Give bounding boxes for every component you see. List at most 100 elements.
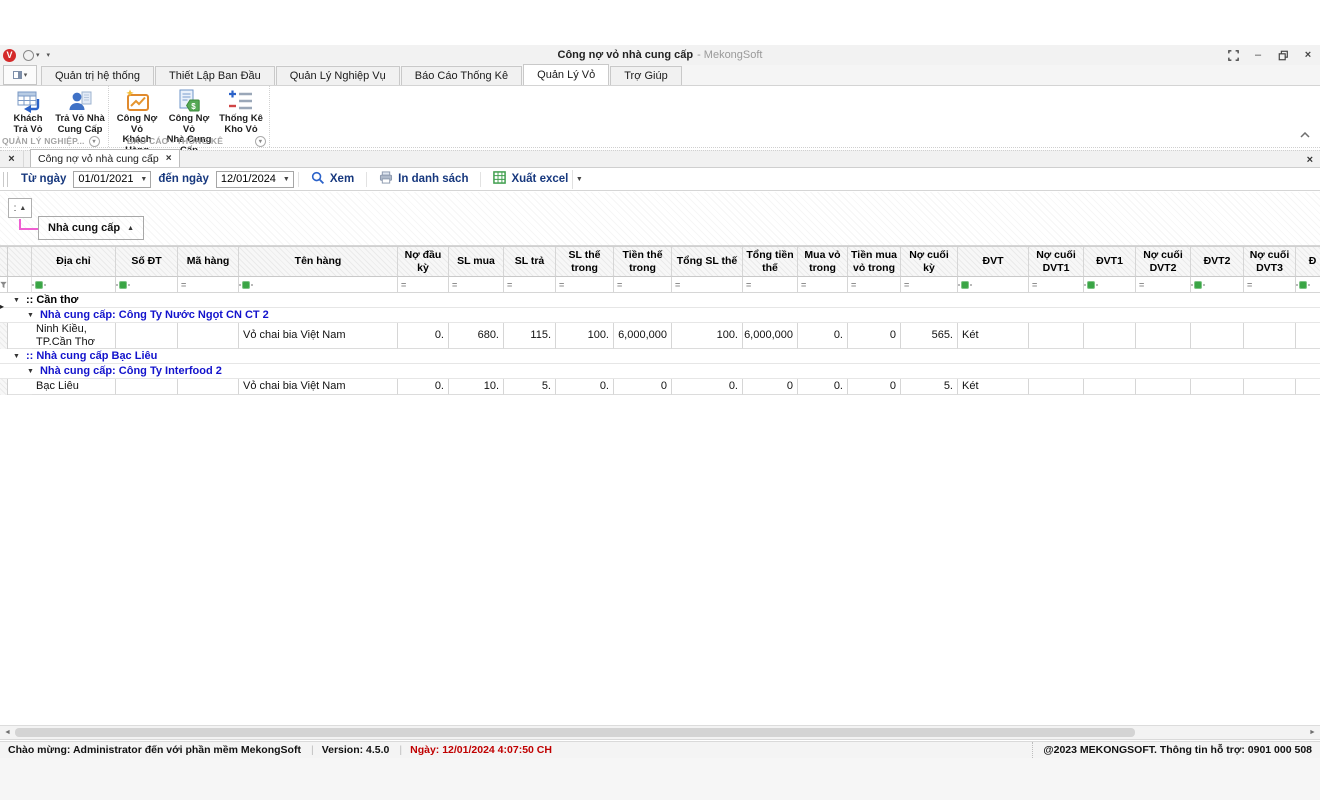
filter-cell-sl-trả[interactable]: = — [504, 277, 556, 293]
cell-tiền-mua-vỏ-trong[interactable]: 0 — [848, 379, 901, 395]
filter-cell-đvt[interactable] — [958, 277, 1029, 293]
panel-close-icon[interactable]: × — [1307, 154, 1313, 166]
group-row-level2[interactable]: ▼Nhà cung cấp: Công Ty Nước Ngọt CN CT 2 — [0, 308, 1320, 323]
expand-collapse-icon[interactable]: ▼ — [27, 368, 34, 375]
filter-cell-tổng-tiền-thế[interactable]: = — [743, 277, 798, 293]
cell-địa-chỉ[interactable]: Ninh Kiều, TP.Cần Thơ — [32, 323, 116, 349]
column-header-sl-trả[interactable]: SL trả — [504, 247, 556, 277]
cell-mua-vỏ-trong[interactable]: 0. — [798, 323, 848, 349]
cell-nợ-cuối-dvt2[interactable] — [1136, 323, 1191, 349]
filter-cell-nợ-đầu-kỳ[interactable]: = — [398, 277, 449, 293]
cell-mã-hàng[interactable] — [178, 379, 239, 395]
export-excel-button[interactable]: Xuất excel — [485, 170, 572, 189]
cell-đvt1[interactable] — [1084, 323, 1136, 349]
filter-cell-tổng-sl-thế[interactable]: = — [672, 277, 743, 293]
document-tab-active[interactable]: Công nợ vỏ nhà cung cấp × — [30, 149, 180, 167]
column-header-nợ-cuối-dvt3[interactable]: Nợ cuối DVT3 — [1244, 247, 1296, 277]
group-sort-box[interactable]: : ▲ — [8, 198, 32, 218]
cell-số-đt[interactable] — [116, 379, 178, 395]
ribbon-tab-quản-trị-hệ-thống[interactable]: Quản trị hệ thống — [41, 66, 154, 85]
column-header-đvt2[interactable]: ĐVT2 — [1191, 247, 1244, 277]
column-header-đvt1[interactable]: ĐVT1 — [1084, 247, 1136, 277]
ribbon-button-chart-frame[interactable]: Công Nợ Vỏ Khách Hàng — [111, 87, 163, 136]
column-header-đvt[interactable]: ĐVT — [958, 247, 1029, 277]
cell-đvt2[interactable] — [1191, 323, 1244, 349]
filter-cell-sl-mua[interactable]: = — [449, 277, 504, 293]
cell-sl-thế-trong[interactable]: 0. — [556, 379, 614, 395]
to-date-combo[interactable]: 12/01/2024 ▼ — [216, 171, 294, 188]
cell-nợ-cuối-dvt2[interactable] — [1136, 379, 1191, 395]
filter-cell-đvt1[interactable] — [1084, 277, 1136, 293]
tabstrip-close-button[interactable]: × — [0, 150, 24, 167]
filter-cell-tên-hàng[interactable] — [239, 277, 398, 293]
cell-tiền-thế-trong[interactable]: 0 — [614, 379, 672, 395]
close-icon[interactable]: × — [1302, 49, 1314, 61]
view-button[interactable]: Xem — [303, 170, 362, 189]
cell-mã-hàng[interactable] — [178, 323, 239, 349]
excel-dropdown-caret-icon[interactable]: ▼ — [572, 170, 585, 189]
from-date-combo[interactable]: 01/01/2021 ▼ — [73, 171, 151, 188]
column-header-tổng-sl-thế[interactable]: Tổng SL thế — [672, 247, 743, 277]
chevron-down-icon[interactable]: ▼ — [137, 172, 150, 187]
cell-tiền-mua-vỏ-trong[interactable]: 0 — [848, 323, 901, 349]
ribbon-button-table-return[interactable]: Khách Trả Vỏ — [2, 87, 54, 136]
column-header-nợ-đầu-kỳ[interactable]: Nợ đầu kỳ — [398, 247, 449, 277]
tab-close-icon[interactable]: × — [166, 153, 172, 164]
ribbon-tab-quản-lý-nghiệp-vụ[interactable]: Quản Lý Nghiệp Vụ — [276, 66, 400, 85]
filter-cell-mã-hàng[interactable]: = — [178, 277, 239, 293]
group-row-level2[interactable]: ▼Nhà cung cấp: Công Ty Interfood 2 — [0, 364, 1320, 379]
ribbon-tab-thiết-lập-ban-đầu[interactable]: Thiết Lập Ban Đầu — [155, 66, 275, 85]
fullscreen-icon[interactable] — [1227, 49, 1239, 61]
column-header-địa-chỉ[interactable]: Địa chỉ — [32, 247, 116, 277]
cell-tên-hàng[interactable]: Vỏ chai bia Việt Nam — [239, 323, 398, 349]
column-header-tổng-tiền-thế[interactable]: Tổng tiền thế — [743, 247, 798, 277]
cell-địa-chỉ[interactable]: Bạc Liêu — [32, 379, 116, 395]
cell-tổng-sl-thế[interactable]: 0. — [672, 379, 743, 395]
chevron-down-icon[interactable]: ▼ — [280, 172, 293, 187]
cell-nợ-cuối-kỳ[interactable]: 5. — [901, 379, 958, 395]
filter-cell-đ[interactable] — [1296, 277, 1320, 293]
column-header-mua-vỏ-trong[interactable]: Mua vỏ trong — [798, 247, 848, 277]
expand-collapse-icon[interactable]: ▼ — [13, 353, 20, 360]
filter-cell-mua-vỏ-trong[interactable]: = — [798, 277, 848, 293]
ribbon-collapse-chevron-icon[interactable] — [1300, 125, 1310, 143]
cell-tiền-thế-trong[interactable]: 6,000,000 — [614, 323, 672, 349]
column-header-nợ-cuối-dvt1[interactable]: Nợ cuối DVT1 — [1029, 247, 1084, 277]
column-header-đ[interactable]: Đ — [1296, 247, 1320, 277]
cell-tổng-sl-thế[interactable]: 100. — [672, 323, 743, 349]
cell-số-đt[interactable] — [116, 323, 178, 349]
minimize-icon[interactable]: – — [1252, 49, 1264, 61]
group-dialog-launcher-icon[interactable]: ▾ — [89, 136, 100, 147]
cell-sl-thế-trong[interactable]: 100. — [556, 323, 614, 349]
column-header-mã-hàng[interactable]: Mã hàng — [178, 247, 239, 277]
expand-collapse-icon[interactable]: ▼ — [13, 297, 20, 304]
cell-mua-vỏ-trong[interactable]: 0. — [798, 379, 848, 395]
cell-đvt1[interactable] — [1084, 379, 1136, 395]
expand-collapse-icon[interactable]: ▼ — [27, 312, 34, 319]
group-row-level1[interactable]: ▸▼:: Cần thơ — [0, 293, 1320, 308]
cell-sl-mua[interactable]: 680. — [449, 323, 504, 349]
cell-nợ-cuối-dvt1[interactable] — [1029, 323, 1084, 349]
cell-tổng-tiền-thế[interactable]: 6,000,000 — [743, 323, 798, 349]
cell-đvt[interactable]: Két — [958, 379, 1029, 395]
column-header-sl-thế-trong[interactable]: SL thế trong — [556, 247, 614, 277]
cell-nợ-cuối-dvt1[interactable] — [1029, 379, 1084, 395]
cell-tên-hàng[interactable]: Vỏ chai bia Việt Nam — [239, 379, 398, 395]
column-header-số-đt[interactable]: Số ĐT — [116, 247, 178, 277]
cell-nợ-cuối-kỳ[interactable]: 565. — [901, 323, 958, 349]
ribbon-button-document-dollar[interactable]: $Công Nợ Vỏ Nhà Cung Cấp — [163, 87, 215, 136]
restore-icon[interactable] — [1277, 49, 1289, 61]
cell-đvt2[interactable] — [1191, 379, 1244, 395]
grouped-field-supplier[interactable]: Nhà cung cấp ▲ — [38, 216, 144, 240]
filter-cell-nợ-cuối-dvt1[interactable]: = — [1029, 277, 1084, 293]
cell-tổng-tiền-thế[interactable]: 0 — [743, 379, 798, 395]
cell-sl-mua[interactable]: 10. — [449, 379, 504, 395]
column-header-tên-hàng[interactable]: Tên hàng — [239, 247, 398, 277]
toolbar-grip[interactable] — [3, 172, 8, 187]
filter-cell-nợ-cuối-dvt3[interactable]: = — [1244, 277, 1296, 293]
ribbon-app-menu-button[interactable]: ▾ — [3, 65, 37, 85]
ribbon-button-stats-list[interactable]: Thống Kê Kho Vỏ — [215, 87, 267, 136]
group-row-level1[interactable]: ▼:: Nhà cung cấp Bạc Liêu — [0, 349, 1320, 364]
filter-cell-tiền-thế-trong[interactable]: = — [614, 277, 672, 293]
column-header-tiền-thế-trong[interactable]: Tiền thế trong — [614, 247, 672, 277]
